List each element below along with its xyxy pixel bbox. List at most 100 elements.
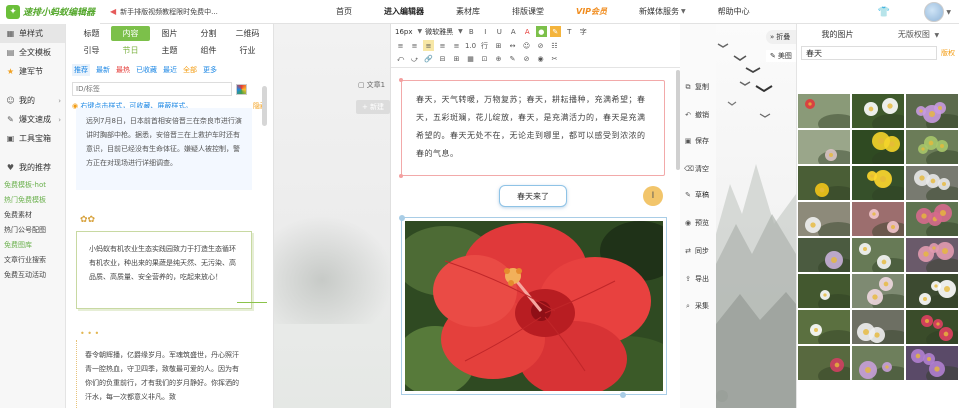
link-free-activities[interactable]: 免费互动活动 xyxy=(0,267,65,282)
nav-vip[interactable]: VIP会员 xyxy=(560,0,623,24)
gallery-thumbnail[interactable] xyxy=(852,346,904,380)
nav-classroom[interactable]: 排版课堂 xyxy=(496,0,560,24)
avatar[interactable] xyxy=(924,2,945,22)
copyright-link[interactable]: 版权 xyxy=(941,48,955,58)
spring-text[interactable]: 春天，天气转暖，万物复苏；春天，耕耘播种，充满希望；春天，五彩斑斓，花儿绽放，春… xyxy=(416,95,646,158)
insert-table-icon[interactable]: ⊞ xyxy=(451,54,462,65)
filter-favorited[interactable]: 已收藏 xyxy=(136,65,157,75)
nav-home[interactable]: 首页 xyxy=(320,0,368,24)
pretty-image-tab[interactable]: ✎ 美图 xyxy=(766,50,796,62)
align-center-button[interactable]: ≡ xyxy=(423,40,434,51)
line-height-select[interactable]: 1.0 xyxy=(465,40,476,51)
link-free-templates-hot[interactable]: 免费模板-hot xyxy=(0,177,65,192)
add-icon[interactable]: ⊕ xyxy=(493,54,504,65)
category-title[interactable]: 标题 xyxy=(72,26,111,41)
sidebar-item-mine[interactable]: ☺ 我的 › xyxy=(0,91,65,110)
link-hot-free-templates[interactable]: 热门免费模板 xyxy=(0,192,65,207)
notice-bar[interactable]: ◀ 新手排版视频教程限时免费中... xyxy=(100,7,280,17)
tab-my-images[interactable]: 我的图片 xyxy=(797,29,878,40)
link-industry-search[interactable]: 文章行业搜索 xyxy=(0,252,65,267)
draft-button[interactable]: ✎ 草稿 xyxy=(684,188,714,202)
sidebar-item-toolbox[interactable]: ▣ 工具宝箱 xyxy=(0,129,65,148)
gallery-thumbnail[interactable] xyxy=(798,346,850,380)
redo-icon[interactable]: ⤻ xyxy=(409,54,420,65)
link-icon[interactable]: 🔗 xyxy=(423,54,434,65)
sidebar-item-templates[interactable]: ▤ 全文模板 xyxy=(0,43,65,62)
filter-more[interactable]: 更多 xyxy=(203,65,217,75)
color-palette-icon[interactable] xyxy=(236,83,247,95)
clear-format-icon[interactable]: ⊘ xyxy=(535,40,546,51)
gallery-thumbnail[interactable] xyxy=(906,310,958,344)
style-card-army[interactable]: 春令朝辉播，亿爵缘岁月。军魂筑盛世，丹心照汗青一腔热血，守卫四季，致敬最可爱的人… xyxy=(76,340,252,408)
nav-media-service[interactable]: 新媒体服务 ▼ xyxy=(623,0,702,24)
nav-materials[interactable]: 素材库 xyxy=(440,0,496,24)
gallery-thumbnail[interactable] xyxy=(798,274,850,308)
category-qrcode[interactable]: 二维码 xyxy=(228,26,267,41)
gallery-thumbnail[interactable] xyxy=(906,130,958,164)
paragraph-button[interactable]: 行 xyxy=(479,40,490,51)
target-icon[interactable]: ◉ xyxy=(535,54,546,65)
category-industry[interactable]: 行业 xyxy=(228,43,267,58)
gallery-thumbnail[interactable] xyxy=(852,94,904,128)
divider-icon[interactable]: ⊟ xyxy=(437,54,448,65)
new-doc-button[interactable]: + 新建 xyxy=(356,100,390,114)
tab-copyright-free[interactable]: 无版权图 ▼ xyxy=(878,29,959,40)
spring-title[interactable]: 春天来了 xyxy=(499,185,567,207)
font-size-select[interactable]: 16px xyxy=(395,28,413,36)
export-button[interactable]: ⇪ 导出 xyxy=(684,272,714,286)
gallery-thumbnail[interactable] xyxy=(852,274,904,308)
filter-hottest[interactable]: 最热 xyxy=(116,65,130,75)
font-family-select[interactable]: 微软雅黑 xyxy=(425,27,453,37)
table-icon[interactable]: ⊞ xyxy=(493,40,504,51)
align-left-button[interactable]: ≡ xyxy=(409,40,420,51)
logo[interactable]: ✦ 速排小蚂蚁编辑器 xyxy=(0,0,100,24)
link-free-materials[interactable]: 免费素材 xyxy=(0,207,65,222)
fold-button[interactable]: » 折叠 xyxy=(766,30,796,44)
preview-button[interactable]: ◉ 预览 xyxy=(684,216,714,230)
gallery-thumbnail[interactable] xyxy=(852,130,904,164)
sidebar-item-recommend[interactable]: ♥ 我的推荐 xyxy=(0,158,65,177)
list-icon[interactable]: ☷ xyxy=(549,40,560,51)
filter-recommend[interactable]: 推荐 xyxy=(72,64,90,76)
resize-handle[interactable] xyxy=(620,392,626,398)
gallery-thumbnail[interactable] xyxy=(906,274,958,308)
font-color-button[interactable]: A xyxy=(508,26,519,37)
highlight-button[interactable]: A xyxy=(522,26,533,37)
char-button[interactable]: 字 xyxy=(578,26,589,37)
gallery-thumbnail[interactable] xyxy=(798,238,850,272)
frame-icon[interactable]: ⊡ xyxy=(479,54,490,65)
underline-button[interactable]: U xyxy=(494,26,505,37)
gallery-thumbnail[interactable] xyxy=(798,310,850,344)
gallery-thumbnail[interactable] xyxy=(906,238,958,272)
resize-handle[interactable] xyxy=(399,215,405,221)
image-icon[interactable]: ▦ xyxy=(465,54,476,65)
sidebar-item-viral[interactable]: ✎ 爆文速成 › xyxy=(0,110,65,129)
sync-button[interactable]: ⇄ 同步 xyxy=(684,244,714,258)
copy-button[interactable]: ⧉ 复制 xyxy=(684,80,714,94)
user-menu[interactable]: ▼ xyxy=(924,2,951,22)
gallery-thumbnail[interactable] xyxy=(852,202,904,236)
nav-help[interactable]: 帮助中心 xyxy=(702,0,766,24)
undo-button[interactable]: ↶ 撤销 xyxy=(684,108,714,122)
material-search-input[interactable] xyxy=(72,82,232,96)
tshirt-icon[interactable]: 👕 xyxy=(878,7,890,18)
doc-item[interactable]: ▢ 文章1 xyxy=(358,80,385,90)
indent-button[interactable]: ≡ xyxy=(451,40,462,51)
gallery-thumbnail[interactable] xyxy=(798,94,850,128)
style-card-farm[interactable]: 小蚂蚁有机农业生态实践园致力于打造生态循环有机农业，种出来的果蔬是纯天然、无污染… xyxy=(76,231,267,309)
spacing-icon[interactable]: ↔ xyxy=(507,40,518,51)
edit-icon[interactable]: ✎ xyxy=(507,54,518,65)
emoji-icon[interactable]: ☺ xyxy=(521,40,532,51)
filter-recent[interactable]: 最近 xyxy=(163,65,177,75)
color-button[interactable]: ● xyxy=(535,26,547,38)
filter-latest[interactable]: 最新 xyxy=(96,65,110,75)
clear-button[interactable]: ⌫ 清空 xyxy=(684,162,714,176)
collect-button[interactable]: ⌕ 采集 xyxy=(684,299,714,313)
save-button[interactable]: ▣ 保存 xyxy=(684,134,714,148)
category-divider[interactable]: 分割 xyxy=(189,26,228,41)
scissors-icon[interactable]: ✂ xyxy=(549,54,560,65)
gallery-thumbnail[interactable] xyxy=(906,94,958,128)
spring-text-block[interactable]: 春天，天气转暖，万物复苏；春天，耕耘播种，充满希望；春天，五彩斑斓，花儿绽放，春… xyxy=(399,78,665,178)
style-card-news[interactable]: 远列7月8日，日本前首相安倍晋三在奈良市进行演讲时胸部中枪。据悉，安倍晋三在上救… xyxy=(76,108,252,190)
italic-button[interactable]: I xyxy=(480,26,491,37)
